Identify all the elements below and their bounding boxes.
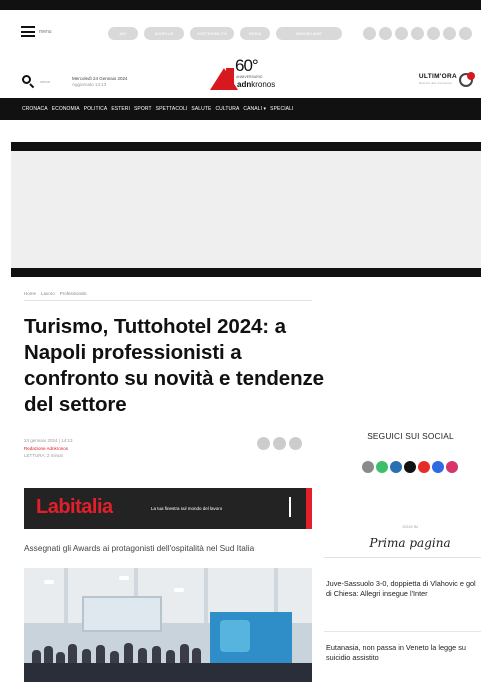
share-x-icon[interactable]: [273, 437, 286, 450]
nav-cronaca[interactable]: CRONACA: [22, 106, 48, 112]
pill-aki[interactable]: AKI: [108, 27, 138, 40]
instagram-icon[interactable]: [445, 461, 458, 473]
menu-button[interactable]: menu: [21, 26, 52, 37]
search-button[interactable]: cerca: [22, 75, 50, 89]
photo-beam: [64, 568, 68, 623]
youtube-icon[interactable]: [417, 461, 430, 473]
photo-stand-logo: [220, 620, 250, 652]
pill-immobiliare[interactable]: IMMOBILIARE: [276, 27, 342, 40]
photo-beam: [204, 568, 208, 623]
adnkronos-logo[interactable]: 60° ANNIVERSARIO adnkronos: [205, 56, 305, 96]
breadcrumb-home[interactable]: Home: [24, 291, 36, 296]
breadcrumb-professionisti[interactable]: Professionisti: [60, 291, 87, 296]
youtube-icon[interactable]: [427, 27, 440, 40]
whatsapp-icon[interactable]: [375, 461, 388, 473]
share-buttons: [257, 437, 302, 450]
article-meta: 24 gennaio 2024 | 14:13 Redazione Adnkro…: [24, 437, 72, 460]
x-icon[interactable]: [411, 27, 424, 40]
header-social-links: [363, 27, 472, 40]
ultimora-button[interactable]: ULTIM'ORA Notizie del momento: [418, 72, 475, 87]
header-main-row: cerca Mercoledì 24 Gennaio 2024 Aggiorna…: [0, 54, 481, 98]
threads-icon[interactable]: [361, 461, 374, 473]
ultimora-subtitle: Notizie del momento: [418, 81, 452, 85]
breadcrumb-lavoro[interactable]: Lavoro: [41, 291, 55, 296]
instagram-icon[interactable]: [459, 27, 472, 40]
article-date: 24 gennaio 2024 | 14:13: [24, 438, 73, 443]
nav-cultura[interactable]: CULTURA: [215, 106, 239, 112]
breadcrumb-divider: [24, 300, 312, 301]
banner-divider: [289, 497, 291, 517]
article-title: Turismo, Tuttohotel 2024: a Napoli profe…: [24, 315, 324, 416]
sidebar-news-divider: [324, 631, 481, 632]
oggi-in-label: OGGI IN: [402, 524, 418, 529]
ultimora-title: ULTIM'ORA: [418, 73, 457, 80]
linkedin-icon[interactable]: [389, 461, 402, 473]
nav-canali[interactable]: CANALI ▾: [243, 106, 266, 112]
prima-pagina-heading: Prima pagina: [369, 536, 451, 550]
nav-economia[interactable]: ECONOMIA: [52, 106, 80, 112]
sidebar-news-item[interactable]: Juve-Sassuolo 3-0, doppietta di Vlahovic…: [326, 579, 478, 599]
prima-pagina-divider: [324, 557, 481, 558]
hamburger-icon: [21, 26, 35, 37]
share-facebook-icon[interactable]: [257, 437, 270, 450]
pill-media[interactable]: MEDIA: [240, 27, 270, 40]
ultimora-label: ULTIM'ORA Notizie del momento: [418, 73, 457, 86]
logo-brand: adnkronos: [237, 80, 275, 89]
sidebar-news-item[interactable]: Eutanasia, non passa in Veneto la legge …: [326, 643, 478, 663]
labitalia-banner[interactable]: Labitalia La tua finestra sul mondo del …: [24, 488, 312, 529]
search-icon: [22, 75, 35, 89]
social-section-title: SEGUICI SUI SOCIAL: [367, 431, 454, 441]
nav-speciali[interactable]: SPECIALI: [270, 106, 293, 112]
nav-politica[interactable]: POLITICA: [84, 106, 108, 112]
photo-light: [44, 580, 54, 584]
breadcrumb: Home Lavoro Professionisti: [24, 291, 87, 296]
section-pills: AKI ADNPLUS SOSTENIBILITÀ MEDIA IMMOBILI…: [108, 27, 342, 40]
date-block: Mercoledì 24 Gennaio 2024 Aggiornato 14:…: [72, 76, 128, 88]
photo-light: [119, 576, 129, 580]
logo-small-text: ANNIVERSARIO: [236, 75, 263, 79]
facebook-icon[interactable]: [443, 27, 456, 40]
x-icon[interactable]: [403, 461, 416, 473]
social-icons: [347, 461, 472, 473]
logo-anniversary: 60°: [235, 56, 259, 75]
main-navigation: CRONACA ECONOMIA POLITICA ESTERI SPORT S…: [0, 98, 481, 120]
nav-spettacoli[interactable]: SPETTACOLI: [156, 106, 188, 112]
labitalia-logo: Labitalia: [36, 496, 113, 518]
menu-label: menu: [39, 28, 52, 35]
photo-screen: [82, 596, 162, 632]
updated-time: Aggiornato 14:13: [72, 82, 107, 87]
search-label: cerca: [40, 78, 50, 84]
article-author[interactable]: Redazione Adnkronos: [24, 445, 72, 453]
nav-sport[interactable]: SPORT: [134, 106, 152, 112]
banner-accent: [306, 488, 312, 529]
threads-icon[interactable]: [363, 27, 376, 40]
pill-adnplus[interactable]: ADNPLUS: [144, 27, 184, 40]
nav-esteri[interactable]: ESTERI: [111, 106, 130, 112]
header-top-row: menu AKI ADNPLUS SOSTENIBILITÀ MEDIA IMM…: [0, 10, 481, 54]
notification-badge: [467, 72, 475, 80]
reading-time: LETTURA: 2 minuti: [24, 453, 63, 458]
advertisement-slot: [11, 142, 481, 277]
photo-light: [174, 588, 184, 592]
article-image: [24, 568, 312, 682]
top-black-bar: [0, 0, 481, 10]
article-subtitle: Assegnati gli Awards ai protagonisti del…: [24, 543, 255, 553]
logo-brand-kronos: kronos: [251, 80, 276, 89]
facebook-icon[interactable]: [431, 461, 444, 473]
share-email-icon[interactable]: [289, 437, 302, 450]
pill-sostenibilita[interactable]: SOSTENIBILITÀ: [190, 27, 234, 40]
nav-salute[interactable]: SALUTE: [191, 106, 211, 112]
whatsapp-icon[interactable]: [379, 27, 392, 40]
clock-icon: [459, 72, 475, 87]
labitalia-tagline: La tua finestra sul mondo del lavoro: [151, 506, 223, 511]
logo-brand-adn: adn: [237, 80, 252, 89]
logo-mark-bar: [226, 68, 234, 90]
linkedin-icon[interactable]: [395, 27, 408, 40]
photo-floor: [24, 663, 312, 682]
